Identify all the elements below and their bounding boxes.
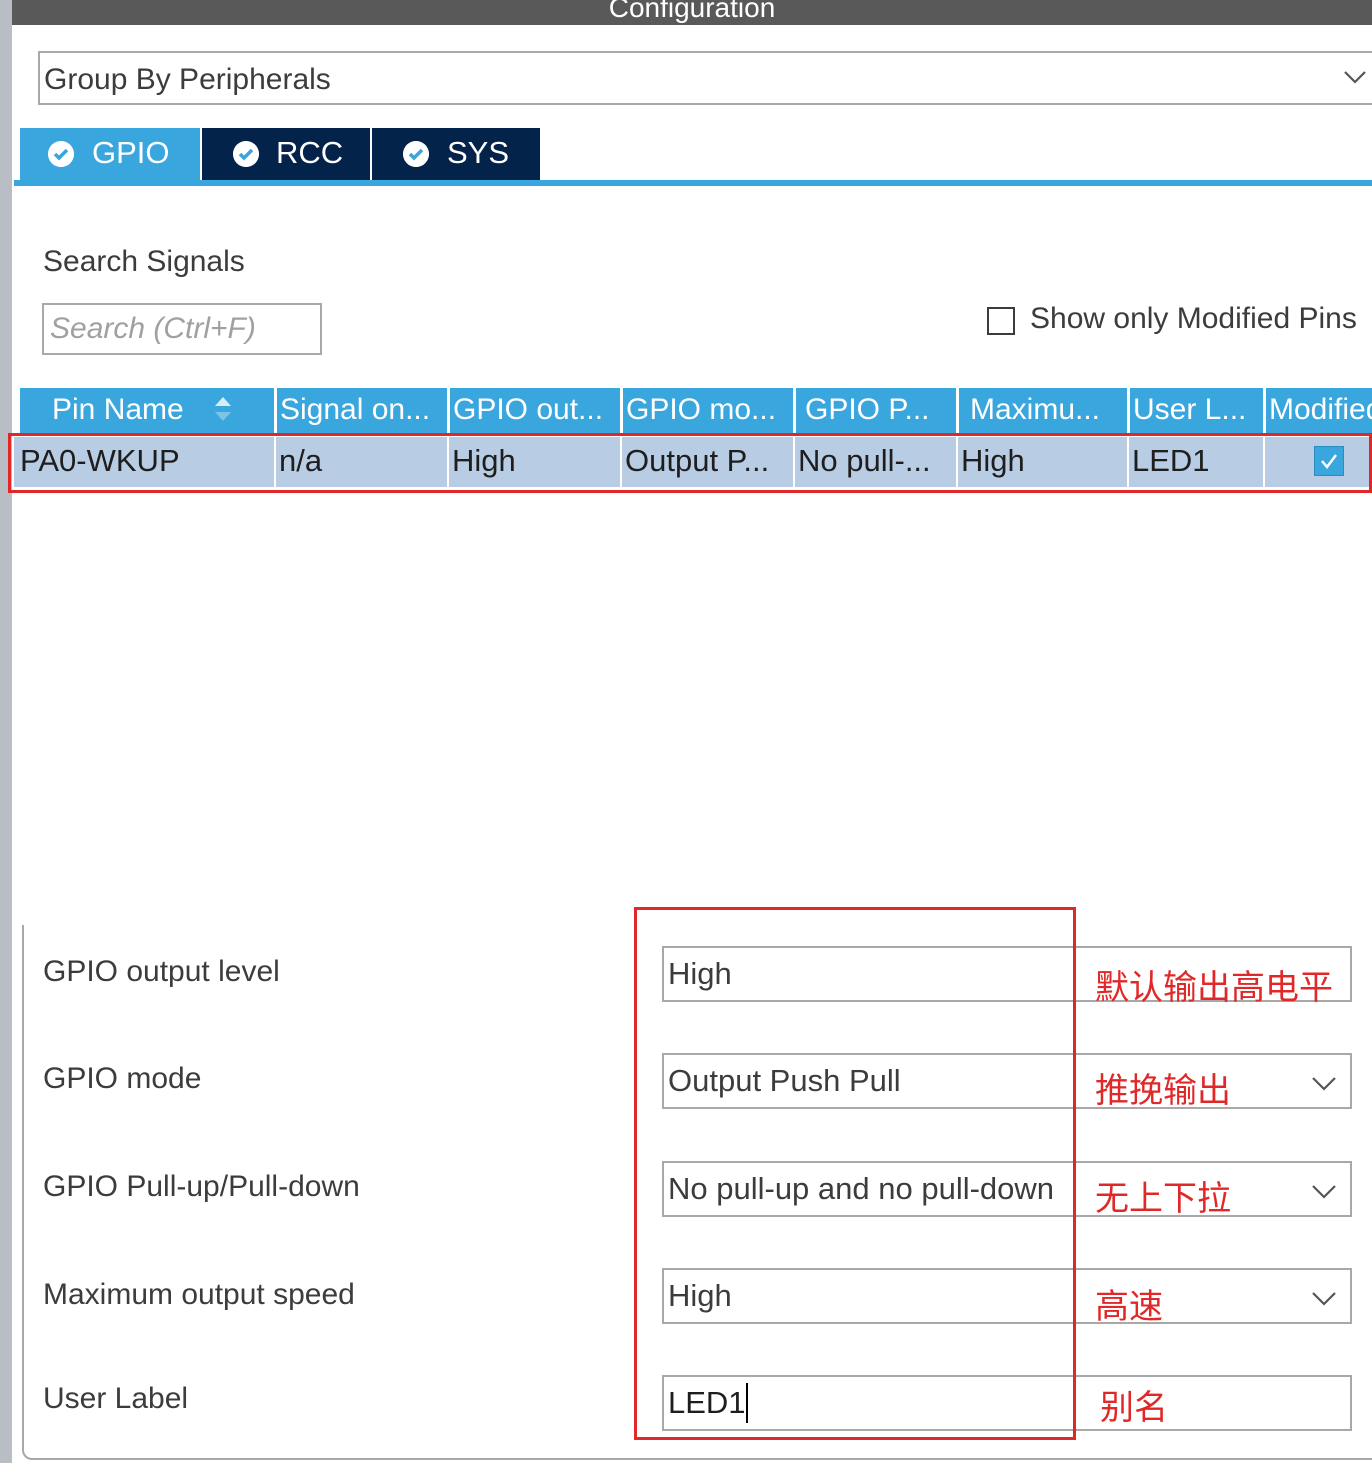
column-header-gpio-mode[interactable]: GPIO mo... [623, 388, 793, 434]
column-header-gpio-output[interactable]: GPIO out... [450, 388, 620, 434]
search-placeholder: Search (Ctrl+F) [50, 312, 256, 345]
column-header-label: GPIO mo... [626, 393, 777, 426]
prop-label-user-label: User Label [43, 1382, 189, 1415]
column-header-label: Maximu... [970, 393, 1101, 426]
tab-gpio[interactable]: GPIO [20, 128, 200, 182]
column-header-pin-name[interactable]: Pin Name [20, 388, 274, 434]
show-modified-checkbox[interactable] [987, 307, 1015, 335]
column-header-user-label[interactable]: User L... [1130, 388, 1263, 434]
column-header-label: GPIO out... [453, 393, 604, 426]
search-input[interactable]: Search (Ctrl+F) [42, 303, 322, 355]
group-by-select[interactable]: Group By Peripherals [38, 51, 1372, 105]
tab-rcc[interactable]: RCC [202, 128, 370, 182]
window-left-edge [0, 0, 12, 1463]
tab-label: SYS [447, 135, 510, 170]
annotation-pull: 无上下拉 [1095, 1180, 1231, 1218]
column-header-label: Pin Name [52, 393, 184, 426]
annotation-gpio-mode: 推挽输出 [1095, 1072, 1231, 1110]
check-circle-icon [403, 141, 429, 167]
search-signals-label: Search Signals [43, 245, 245, 278]
column-header-label: Modified [1269, 393, 1372, 426]
group-by-value: Group By Peripherals [44, 63, 331, 96]
column-header-signal[interactable]: Signal on... [277, 388, 447, 434]
show-modified-label: Show only Modified Pins [1030, 302, 1357, 335]
column-header-gpio-pull[interactable]: GPIO P... [796, 388, 956, 434]
tab-label: RCC [276, 135, 344, 170]
column-header-modified[interactable]: Modified [1266, 388, 1372, 434]
annotation-user-label: 别名 [1100, 1389, 1168, 1427]
tab-underline [14, 180, 1372, 186]
tab-sys[interactable]: SYS [372, 128, 540, 182]
window-title: Configuration [608, 0, 776, 23]
check-circle-icon [48, 141, 74, 167]
column-header-label: User L... [1133, 393, 1247, 426]
chevron-down-icon [1312, 1292, 1336, 1306]
prop-label-pull: GPIO Pull-up/Pull-down [43, 1170, 360, 1203]
annotation-output-level: 默认输出高电平 [1095, 969, 1333, 1007]
chevron-down-icon [1344, 71, 1366, 84]
column-header-max-speed[interactable]: Maximu... [959, 388, 1127, 434]
sort-icon [215, 397, 231, 421]
column-header-label: Signal on... [280, 393, 431, 426]
chevron-down-icon [1312, 1185, 1336, 1199]
chevron-down-icon [1312, 1077, 1336, 1091]
prop-label-gpio-mode: GPIO mode [43, 1062, 202, 1095]
row-highlight-annotation [8, 433, 1372, 493]
annotation-speed: 高速 [1095, 1288, 1163, 1326]
settings-highlight-annotation [634, 907, 1076, 1440]
column-header-label: GPIO P... [805, 393, 930, 426]
title-bar: Configuration [12, 0, 1372, 25]
tab-label: GPIO [92, 135, 170, 170]
prop-label-output-level: GPIO output level [43, 955, 280, 988]
prop-label-speed: Maximum output speed [43, 1278, 355, 1311]
check-circle-icon [233, 141, 259, 167]
